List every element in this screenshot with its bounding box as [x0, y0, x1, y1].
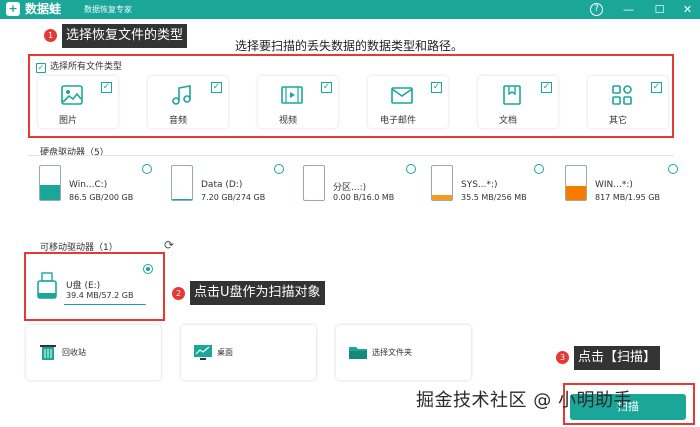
- file-types-highlight: [28, 54, 674, 138]
- drive-size: 86.5 GB/200 GB: [69, 193, 134, 202]
- annotation-1-badge: 1: [44, 29, 57, 42]
- maximize-icon[interactable]: ☐: [652, 2, 667, 17]
- hard-drives-divider: [28, 155, 674, 156]
- location-select-folder[interactable]: 选择文件夹: [336, 325, 471, 380]
- type-card-other[interactable]: ✓ 其它: [588, 76, 668, 128]
- type-checkbox-video[interactable]: ✓: [321, 82, 332, 93]
- type-checkbox-documents[interactable]: ✓: [541, 82, 552, 93]
- type-label-other: 其它: [608, 116, 627, 126]
- video-icon: [281, 86, 303, 104]
- drive-item[interactable]: Win...C:) 86.5 GB/200 GB: [27, 162, 153, 210]
- music-icon: [172, 85, 191, 105]
- desktop-icon: [194, 345, 212, 360]
- drive-item[interactable]: Data (D:) 7.20 GB/274 GB: [159, 162, 285, 210]
- title-bar: + 数据蛙 数据恢复专家 ? — ☐ ✕: [0, 0, 700, 19]
- usb-drive-name: U盘 (E:): [66, 281, 101, 291]
- app-subtitle: 数据恢复专家: [84, 5, 132, 14]
- minimize-icon[interactable]: —: [621, 2, 636, 17]
- drive-item[interactable]: 分区...:) 0.00 B/16.0 MB: [291, 162, 417, 210]
- drive-name: Data (D:): [201, 180, 243, 190]
- location-label: 桌面: [217, 348, 233, 357]
- folder-icon: [349, 347, 367, 359]
- type-checkbox-images[interactable]: ✓: [101, 82, 112, 93]
- drive-size: 0.00 B/16.0 MB: [333, 193, 395, 202]
- drive-radio[interactable]: [142, 164, 152, 174]
- drive-name: WIN...*:): [595, 180, 633, 190]
- type-label-audio: 音频: [168, 116, 187, 126]
- drive-name: SYS...*:): [461, 180, 498, 190]
- drive-item[interactable]: WIN...*:) 817 MB/1.95 GB: [553, 162, 679, 210]
- drive-size: 7.20 GB/274 GB: [201, 193, 266, 202]
- drive-icon: [171, 165, 193, 201]
- select-all-types[interactable]: ✓ 选择所有文件类型: [36, 59, 122, 73]
- refresh-icon[interactable]: ⟳: [164, 238, 174, 252]
- annotation-2-badge: 2: [172, 287, 185, 300]
- type-card-documents[interactable]: ✓ 文档: [478, 76, 558, 128]
- drive-icon: [303, 165, 325, 201]
- annotation-2-label: 点击U盘作为扫描对象: [190, 281, 325, 305]
- drive-size: 35.5 MB/256 MB: [461, 193, 527, 202]
- image-icon: [61, 85, 83, 105]
- close-icon[interactable]: ✕: [680, 2, 695, 17]
- type-label-email: 电子邮件: [379, 116, 416, 126]
- type-label-video: 视频: [278, 116, 297, 126]
- watermark-text: 掘金技术社区 @ 小明助手: [416, 390, 632, 411]
- hard-drives-title: 硬盘驱动器（5）: [40, 148, 109, 158]
- drive-icon: [565, 165, 587, 201]
- annotation-1-label: 选择恢复文件的类型: [62, 24, 188, 48]
- usb-drive-icon[interactable]: [36, 272, 58, 300]
- drive-radio[interactable]: [274, 164, 284, 174]
- select-all-label: 选择所有文件类型: [50, 62, 123, 72]
- type-label-documents: 文档: [498, 116, 517, 126]
- usb-drive-size: 39.4 MB/57.2 GB: [66, 291, 134, 300]
- drive-name: 分区...:): [333, 183, 367, 193]
- drive-icon: [39, 165, 61, 201]
- type-checkbox-audio[interactable]: ✓: [211, 82, 222, 93]
- usb-drive-radio[interactable]: [143, 264, 153, 274]
- location-label: 选择文件夹: [372, 348, 412, 357]
- select-all-checkbox[interactable]: ✓: [36, 63, 46, 73]
- app-logo: +: [6, 2, 20, 16]
- type-card-images[interactable]: ✓ 图片: [38, 76, 118, 128]
- document-icon: [503, 85, 521, 105]
- email-icon: [391, 87, 413, 104]
- drive-item[interactable]: SYS...*:) 35.5 MB/256 MB: [419, 162, 545, 210]
- type-label-images: 图片: [58, 116, 77, 126]
- other-icon: [612, 85, 632, 105]
- location-recycle-bin[interactable]: 回收站: [26, 325, 161, 380]
- type-card-email[interactable]: ✓ 电子邮件: [368, 76, 448, 128]
- type-card-audio[interactable]: ✓ 音频: [148, 76, 228, 128]
- drive-radio[interactable]: [668, 164, 678, 174]
- annotation-3-badge: 3: [556, 351, 569, 364]
- drive-size: 817 MB/1.95 GB: [595, 193, 660, 202]
- location-label: 回收站: [62, 348, 86, 357]
- location-desktop[interactable]: 桌面: [181, 325, 316, 380]
- drive-radio[interactable]: [534, 164, 544, 174]
- help-icon[interactable]: ?: [590, 3, 603, 16]
- type-checkbox-other[interactable]: ✓: [651, 82, 662, 93]
- drive-icon: [431, 165, 453, 201]
- usb-drive-bar: [64, 304, 146, 305]
- type-card-video[interactable]: ✓ 视频: [258, 76, 338, 128]
- annotation-3-label: 点击【扫描】: [574, 346, 661, 370]
- instruction-text: 选择要扫描的丢失数据的数据类型和路径。: [235, 39, 464, 53]
- drive-radio[interactable]: [406, 164, 416, 174]
- type-checkbox-email[interactable]: ✓: [431, 82, 442, 93]
- app-name: 数据蛙: [25, 2, 62, 16]
- recycle-bin-icon: [40, 345, 56, 360]
- drive-name: Win...C:): [69, 180, 108, 190]
